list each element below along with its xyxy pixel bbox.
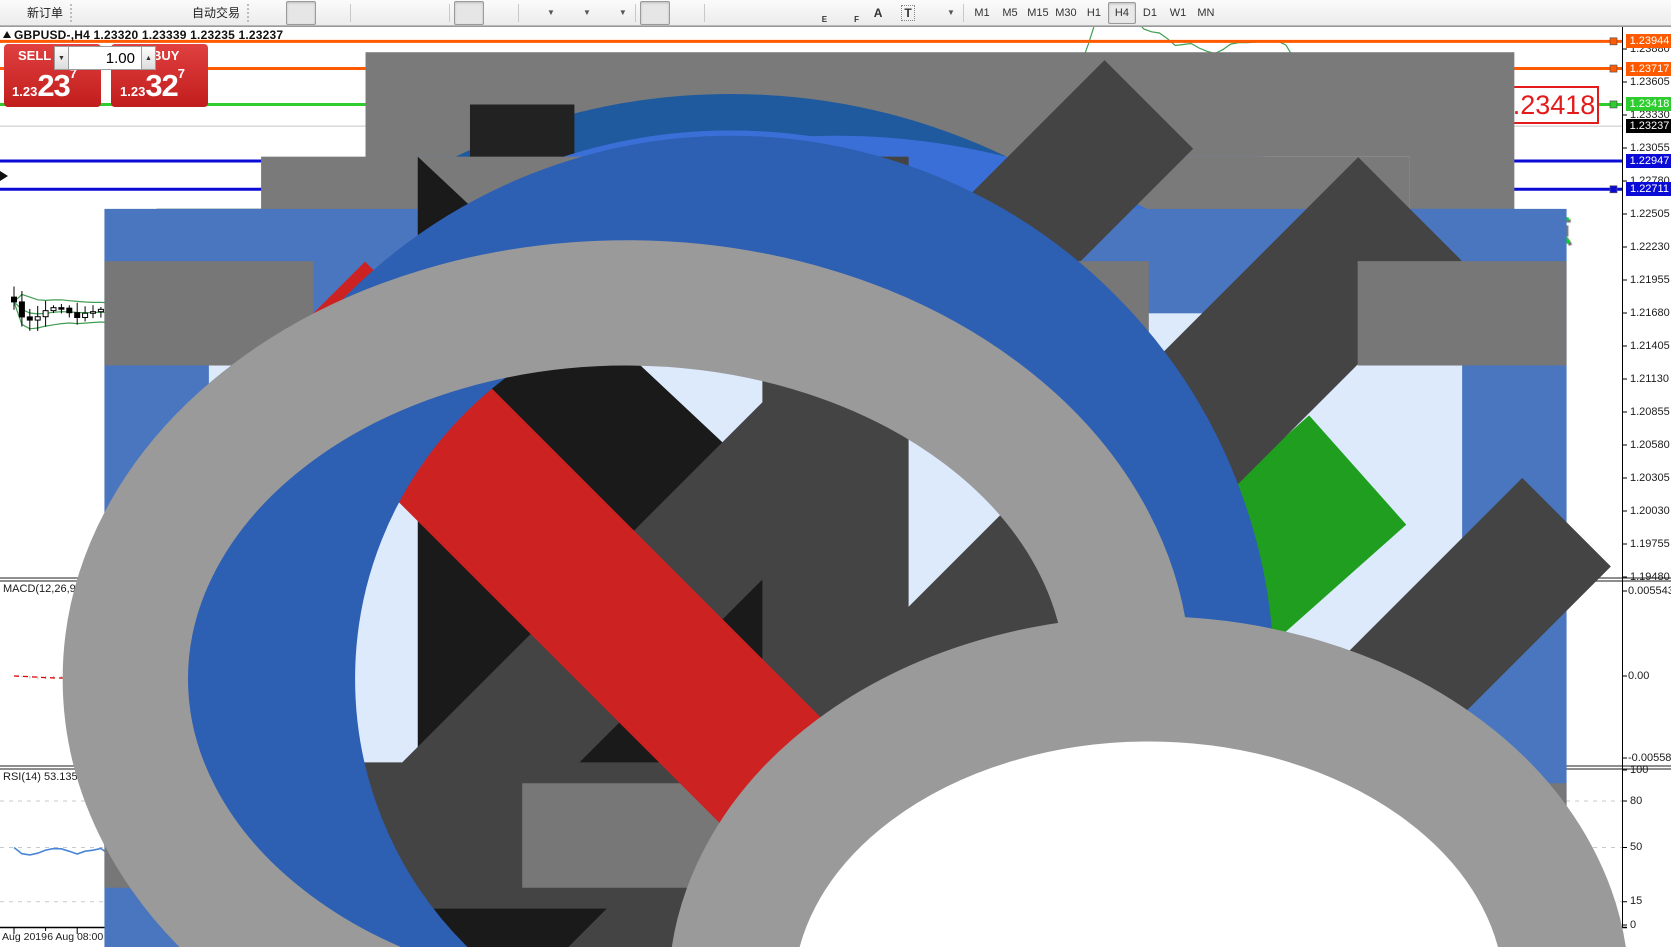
community-chat-button[interactable] (1511, 1, 1541, 25)
chat-bubbles-icon (1518, 5, 1534, 21)
mt4-window: 新订单 自动交易 (0, 0, 1671, 947)
toolbar: 新订单 自动交易 (0, 0, 1671, 26)
toolbar-right-group (1481, 1, 1541, 25)
